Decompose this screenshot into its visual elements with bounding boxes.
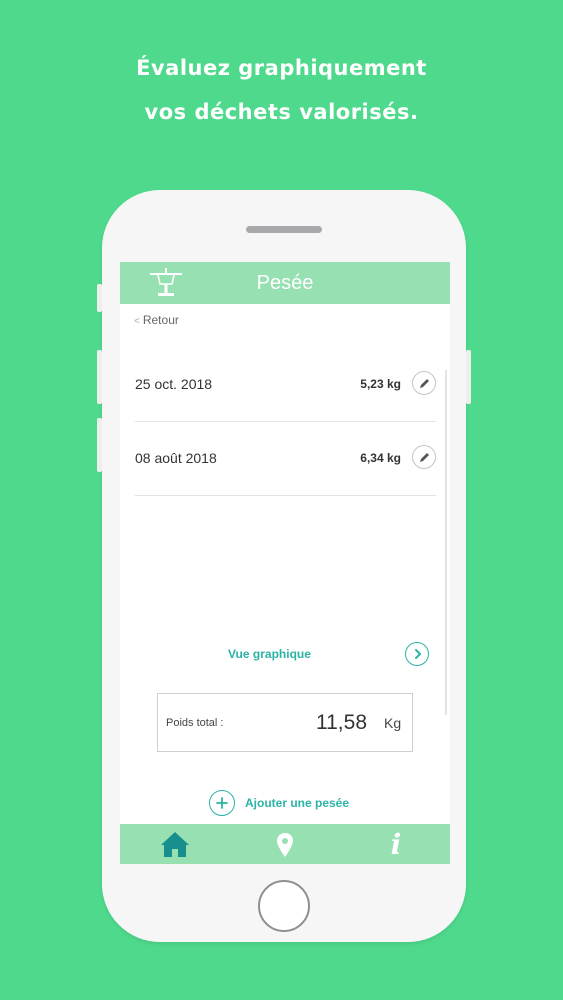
phone-mute-switch [97, 284, 102, 312]
page-title: Pesée [256, 272, 314, 294]
home-icon [161, 832, 189, 857]
tab-bar: i [120, 824, 450, 864]
phone-speaker [246, 226, 322, 233]
edit-button[interactable] [412, 445, 436, 469]
headline-line-2: vos déchets valorisés. [144, 100, 419, 124]
tab-home[interactable] [160, 824, 190, 864]
edit-button[interactable] [412, 371, 436, 395]
phone-frame: Pesée < Retour 25 oct. 2018 5,23 kg 08 ao… [97, 190, 471, 942]
total-weight-box: Poids total : 11,58 Kg [157, 693, 413, 752]
add-weighing-label[interactable]: Ajouter une pesée [245, 796, 349, 810]
list-item[interactable]: 25 oct. 2018 5,23 kg [135, 348, 436, 422]
weighing-list: 25 oct. 2018 5,23 kg 08 août 2018 6,34 k… [135, 348, 436, 496]
list-item[interactable]: 08 août 2018 6,34 kg [135, 422, 436, 496]
total-weight-value: 11,58 [316, 711, 367, 734]
tab-map[interactable] [274, 824, 296, 864]
info-icon: i [390, 828, 402, 861]
plus-icon [216, 797, 228, 809]
graph-view-link[interactable]: Vue graphique [228, 647, 311, 661]
back-link[interactable]: < Retour [134, 313, 179, 327]
total-weight-unit: Kg [384, 715, 402, 731]
back-label: Retour [142, 313, 179, 327]
weighing-date: 25 oct. 2018 [135, 376, 213, 392]
promo-headline: Évaluez graphiquement vos déchets valori… [0, 46, 563, 134]
scrollbar[interactable] [445, 370, 447, 715]
phone-power-button [466, 350, 471, 404]
chevron-right-icon [415, 649, 421, 659]
pencil-icon [420, 379, 429, 388]
headline-line-1: Évaluez graphiquement [136, 56, 427, 80]
map-pin-icon [277, 833, 293, 857]
tab-info[interactable]: i [386, 824, 406, 864]
phone-volume-down [97, 418, 102, 472]
graph-view-button[interactable] [405, 642, 429, 666]
pencil-icon [420, 453, 429, 462]
add-weighing-button[interactable] [209, 790, 235, 816]
weighing-date: 08 août 2018 [135, 450, 217, 466]
phone-home-button [258, 880, 310, 932]
app-header: Pesée [120, 262, 450, 304]
phone-volume-up [97, 350, 102, 404]
weighing-weight: 6,34 kg [360, 451, 401, 465]
app-screen: Pesée < Retour 25 oct. 2018 5,23 kg 08 ao… [120, 262, 450, 864]
weighing-weight: 5,23 kg [360, 377, 401, 391]
total-weight-label: Poids total : [166, 717, 224, 729]
chevron-left-icon: < [134, 316, 140, 327]
